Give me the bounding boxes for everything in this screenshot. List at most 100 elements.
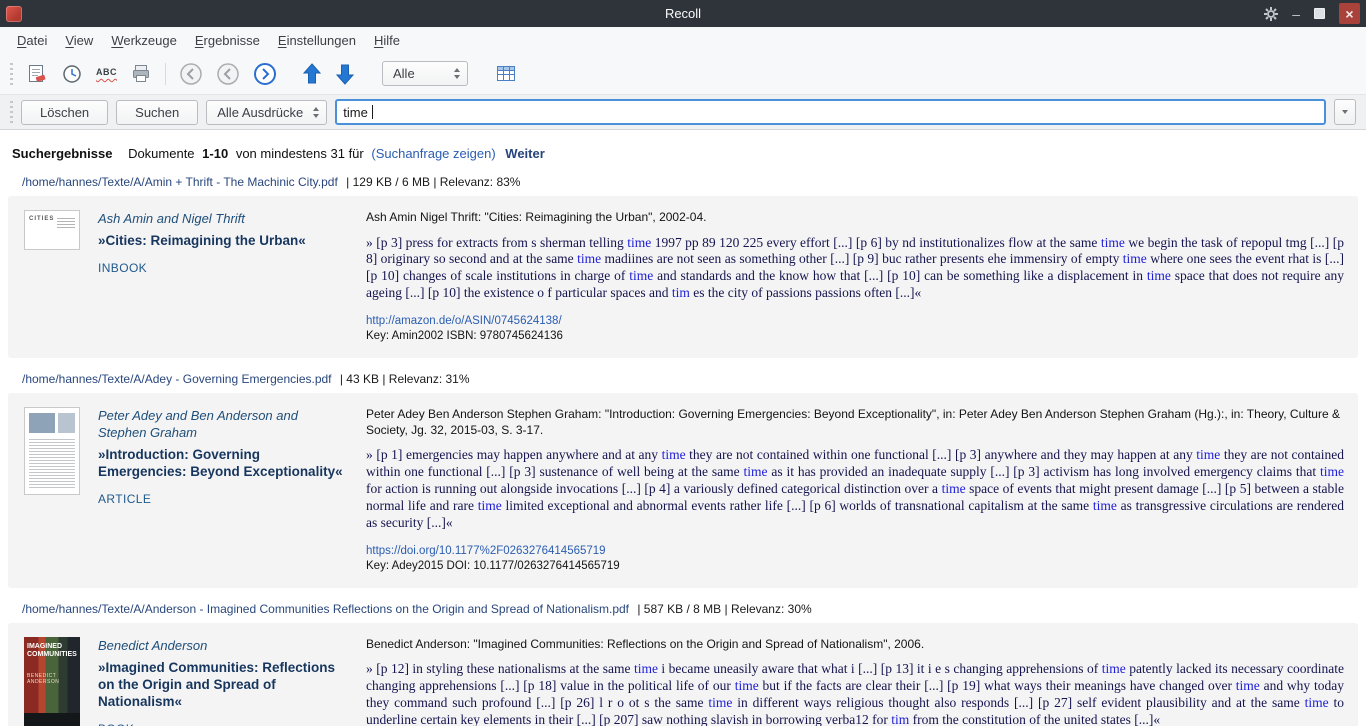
menu-view[interactable]: View xyxy=(56,30,102,51)
result-url-link[interactable]: http://amazon.de/o/ASIN/0745624138/ xyxy=(366,315,562,327)
window-title: Recoll xyxy=(0,6,1366,21)
search-input[interactable] xyxy=(335,99,1326,125)
menu-werkzeuge[interactable]: Werkzeuge xyxy=(102,30,186,51)
results-list: /home/hannes/Texte/A/Amin + Thrift - The… xyxy=(0,175,1366,726)
highlighted-term: time xyxy=(1147,268,1171,283)
spin-up-icon xyxy=(313,107,319,111)
highlighted-term: tim xyxy=(891,712,909,726)
result-detail-panel: Peter Adey and Ben Anderson and Stephen … xyxy=(8,393,1358,588)
toolbar: ABC xyxy=(0,53,1366,94)
sort-up-arrow-icon[interactable] xyxy=(302,62,322,86)
search-result: /home/hannes/Texte/A/Anderson - Imagined… xyxy=(0,602,1366,726)
result-file-path[interactable]: /home/hannes/Texte/A/Anderson - Imagined… xyxy=(22,602,629,616)
clear-search-icon[interactable] xyxy=(26,63,48,85)
print-icon[interactable] xyxy=(130,63,152,85)
result-detail-panel: CITIES Ash Amin and Nigel Thrift »Cities… xyxy=(8,196,1358,358)
highlighted-term: time xyxy=(1123,251,1147,266)
search-input-wrap xyxy=(335,99,1326,125)
result-key: Key: Adey2015 DOI: 10.1177/0263276414565… xyxy=(366,560,1344,572)
result-size-relevance: | 43 KB | Relevanz: 31% xyxy=(340,372,470,386)
highlighted-term: time xyxy=(942,481,966,496)
spell-term-explorer-icon[interactable]: ABC xyxy=(96,67,117,80)
results-count-text: von mindestens 31 für xyxy=(236,146,364,161)
recoll-app-icon[interactable] xyxy=(6,6,22,22)
highlighted-term: time xyxy=(1236,678,1260,693)
first-page-icon[interactable] xyxy=(179,62,203,86)
maximize-button[interactable] xyxy=(1314,8,1325,19)
next-page-link[interactable]: Weiter xyxy=(505,146,545,161)
thumbnail-text: IMAGINED COMMUNITIES xyxy=(27,643,77,660)
highlighted-term: time xyxy=(634,661,658,676)
maximize-icon xyxy=(1314,8,1325,19)
menu-einstellungen[interactable]: Einstellungen xyxy=(269,30,365,51)
result-file-path[interactable]: /home/hannes/Texte/A/Adey - Governing Em… xyxy=(22,372,332,386)
highlighted-term: time xyxy=(1102,661,1126,676)
spin-down-icon xyxy=(454,75,460,79)
result-author: Peter Adey and Ben Anderson and Stephen … xyxy=(98,408,346,442)
dropdown-spin-icons xyxy=(454,68,460,79)
category-filter-dropdown[interactable]: Alle xyxy=(382,61,468,86)
show-query-link[interactable]: (Suchanfrage zeigen) xyxy=(371,146,495,161)
result-citation: Benedict Anderson: "Imagined Communities… xyxy=(366,637,1344,653)
sort-down-arrow-icon[interactable] xyxy=(335,62,355,86)
result-author: Benedict Anderson xyxy=(98,638,346,655)
result-bibliography-column: Ash Amin and Nigel Thrift »Cities: Reima… xyxy=(98,210,346,275)
results-area: Suchergebnisse Dokumente 1-10 von mindes… xyxy=(0,130,1366,726)
result-title[interactable]: »Imagined Communities: Reflections on th… xyxy=(98,659,346,711)
result-thumbnail[interactable]: IMAGINED COMMUNITIES BENEDICT ANDERSON xyxy=(24,637,80,726)
menubar: DateiViewWerkzeugeErgebnisseEinstellunge… xyxy=(0,27,1366,53)
highlighted-term: time xyxy=(1196,447,1220,462)
menu-ergebnisse[interactable]: Ergebnisse xyxy=(186,30,269,51)
toolbar-drag-handle[interactable] xyxy=(10,63,13,85)
clear-button[interactable]: Löschen xyxy=(21,100,108,125)
result-bibliography-column: Peter Adey and Ben Anderson and Stephen … xyxy=(98,407,346,506)
highlighted-term: time xyxy=(662,447,686,462)
results-title: Suchergebnisse xyxy=(12,146,112,161)
result-title[interactable]: »Introduction: Governing Emergencies: Be… xyxy=(98,446,346,481)
category-filter-value: Alle xyxy=(393,66,415,81)
result-size-relevance: | 587 KB / 8 MB | Relevanz: 30% xyxy=(637,602,811,616)
results-header: Suchergebnisse Dokumente 1-10 von mindes… xyxy=(12,146,1366,161)
result-url-link[interactable]: https://doi.org/10.1177%2F02632764145657… xyxy=(366,545,606,557)
settings-gear-icon[interactable] xyxy=(1264,7,1278,21)
highlighted-term: time xyxy=(743,464,767,479)
history-clock-icon[interactable] xyxy=(61,63,83,85)
result-title[interactable]: »Cities: Reimagining the Urban« xyxy=(98,232,346,249)
thumbnail-text: CITIES xyxy=(29,216,54,222)
highlighted-term: time xyxy=(1305,695,1329,710)
close-button[interactable]: × xyxy=(1339,3,1360,24)
result-doctype-badge: INBOOK xyxy=(98,261,346,275)
search-mode-value: Alle Ausdrücke xyxy=(217,105,303,120)
result-snippet: » [p 1] emergencies may happen anywhere … xyxy=(366,447,1344,531)
result-path-row: /home/hannes/Texte/A/Amin + Thrift - The… xyxy=(22,175,1358,189)
highlighted-term: time xyxy=(1093,498,1117,513)
spin-down-icon xyxy=(313,114,319,118)
search-bar: Löschen Suchen Alle Ausdrücke xyxy=(0,94,1366,130)
highlighted-term: time xyxy=(735,678,759,693)
previous-page-icon[interactable] xyxy=(216,62,240,86)
searchbar-drag-handle[interactable] xyxy=(10,101,13,123)
search-result: /home/hannes/Texte/A/Adey - Governing Em… xyxy=(0,372,1366,588)
thumbnail-subtext: BENEDICT ANDERSON xyxy=(27,673,80,685)
highlighted-term: time xyxy=(1320,464,1344,479)
result-file-path[interactable]: /home/hannes/Texte/A/Amin + Thrift - The… xyxy=(22,175,338,189)
result-key: Key: Amin2002 ISBN: 9780745624136 xyxy=(366,330,1344,342)
result-thumbnail[interactable]: CITIES xyxy=(24,210,80,250)
result-author: Ash Amin and Nigel Thrift xyxy=(98,211,346,228)
query-history-dropdown[interactable] xyxy=(1334,99,1356,125)
result-path-row: /home/hannes/Texte/A/Anderson - Imagined… xyxy=(22,602,1358,616)
highlighted-term: time xyxy=(627,235,651,250)
results-range: 1-10 xyxy=(202,146,228,161)
search-mode-dropdown[interactable]: Alle Ausdrücke xyxy=(206,100,327,125)
search-button[interactable]: Suchen xyxy=(116,100,198,125)
result-thumbnail[interactable] xyxy=(24,407,80,495)
result-citation: Ash Amin Nigel Thrift: "Cities: Reimagin… xyxy=(366,210,1344,226)
next-page-icon[interactable] xyxy=(253,62,277,86)
result-detail-panel: IMAGINED COMMUNITIES BENEDICT ANDERSON B… xyxy=(8,623,1358,726)
highlighted-term: time xyxy=(577,251,601,266)
menu-datei[interactable]: Datei xyxy=(8,30,56,51)
menu-hilfe[interactable]: Hilfe xyxy=(365,30,409,51)
minimize-button[interactable]: – xyxy=(1292,7,1300,21)
table-view-icon[interactable] xyxy=(495,64,517,84)
highlighted-term: tim xyxy=(672,285,690,300)
